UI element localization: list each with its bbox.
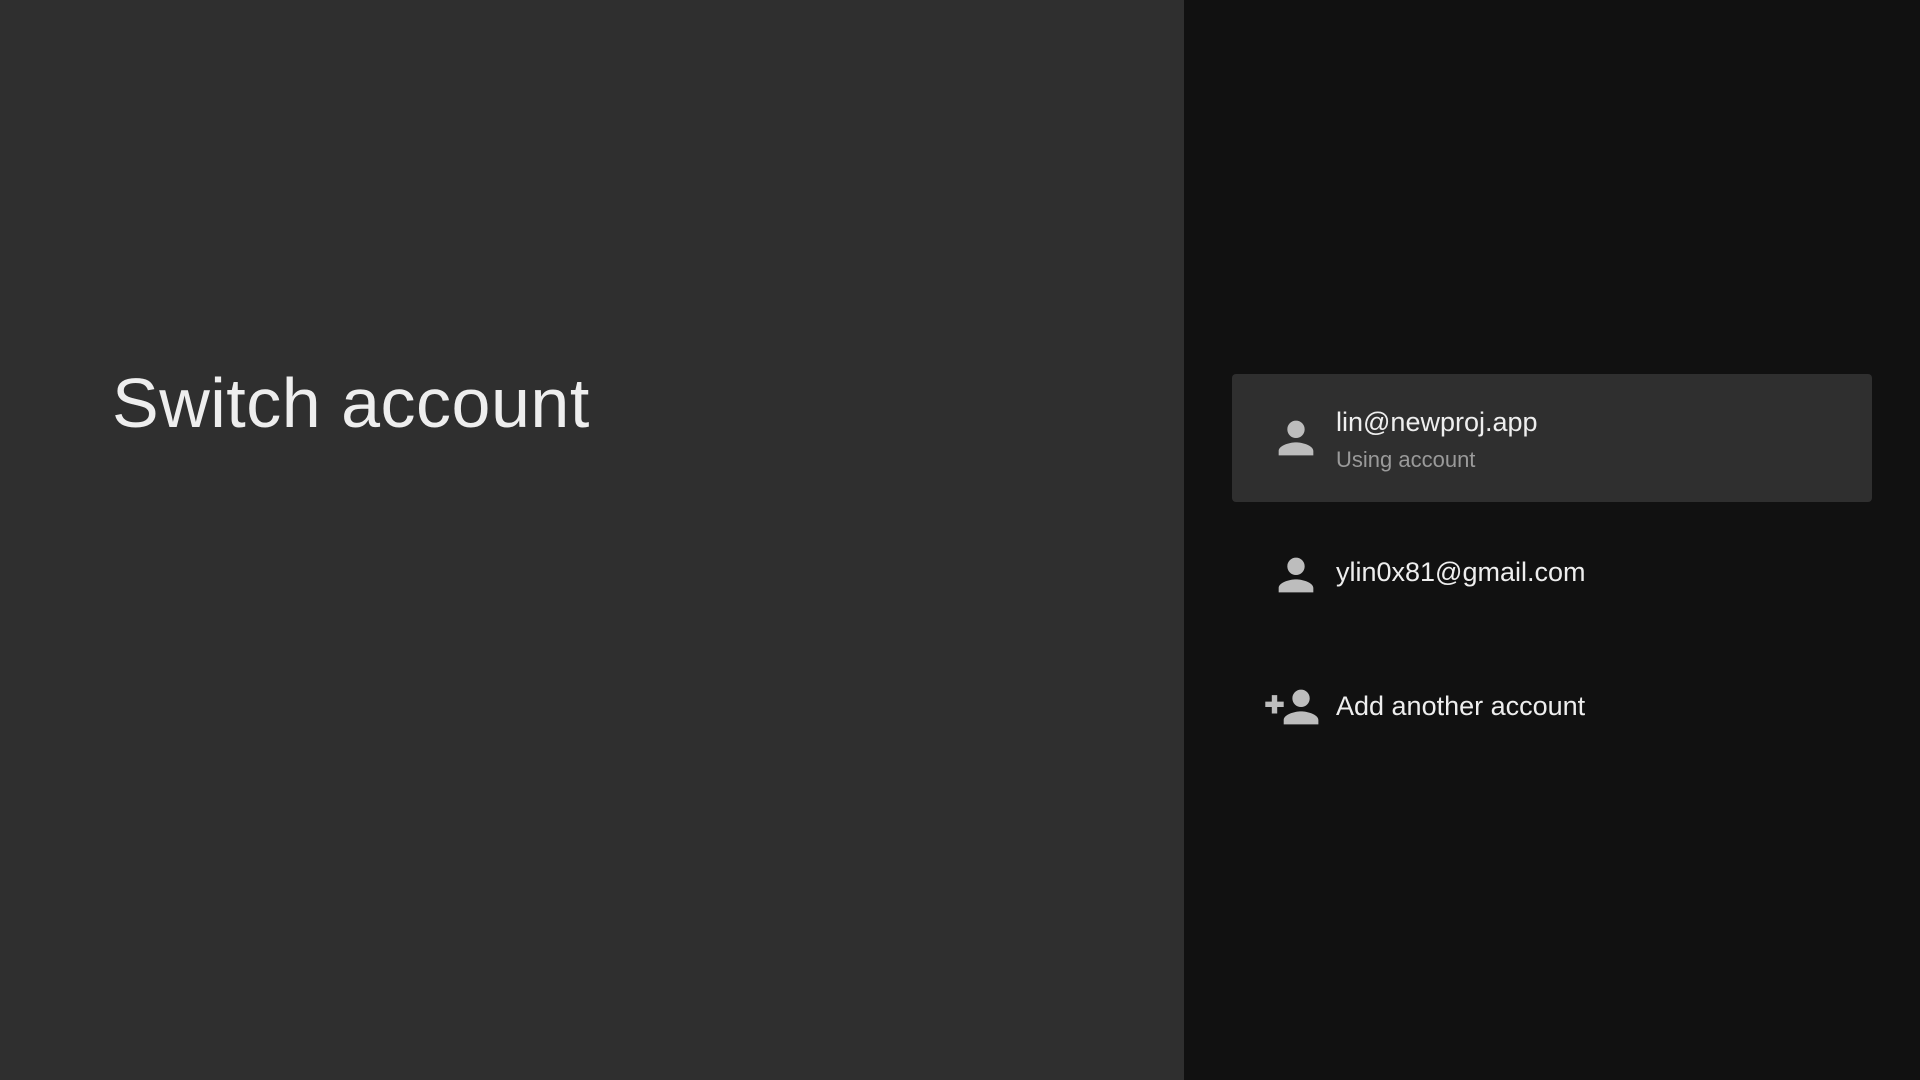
person-add-icon	[1262, 681, 1326, 733]
account-status: Using account	[1336, 447, 1476, 472]
switch-account-screen: Switch account lin@newproj.app Using acc…	[0, 0, 1920, 1080]
person-icon	[1270, 549, 1322, 601]
page-title: Switch account	[112, 364, 590, 442]
account-email: lin@newproj.app	[1336, 407, 1538, 437]
person-icon	[1270, 412, 1322, 464]
add-account-button[interactable]: Add another account	[1232, 642, 1872, 772]
account-list-panel: lin@newproj.app Using account ylin0x81@g…	[1184, 0, 1920, 1080]
account-item-text: ylin0x81@gmail.com	[1336, 554, 1852, 590]
account-list: lin@newproj.app Using account ylin0x81@g…	[1232, 374, 1872, 772]
account-item-other[interactable]: ylin0x81@gmail.com	[1232, 508, 1872, 642]
add-account-text: Add another account	[1336, 688, 1852, 724]
title-panel: Switch account	[0, 0, 1184, 1080]
account-item-current[interactable]: lin@newproj.app Using account	[1232, 374, 1872, 502]
account-email: ylin0x81@gmail.com	[1336, 557, 1586, 587]
account-item-text: lin@newproj.app Using account	[1336, 404, 1852, 478]
add-account-label: Add another account	[1336, 691, 1586, 721]
